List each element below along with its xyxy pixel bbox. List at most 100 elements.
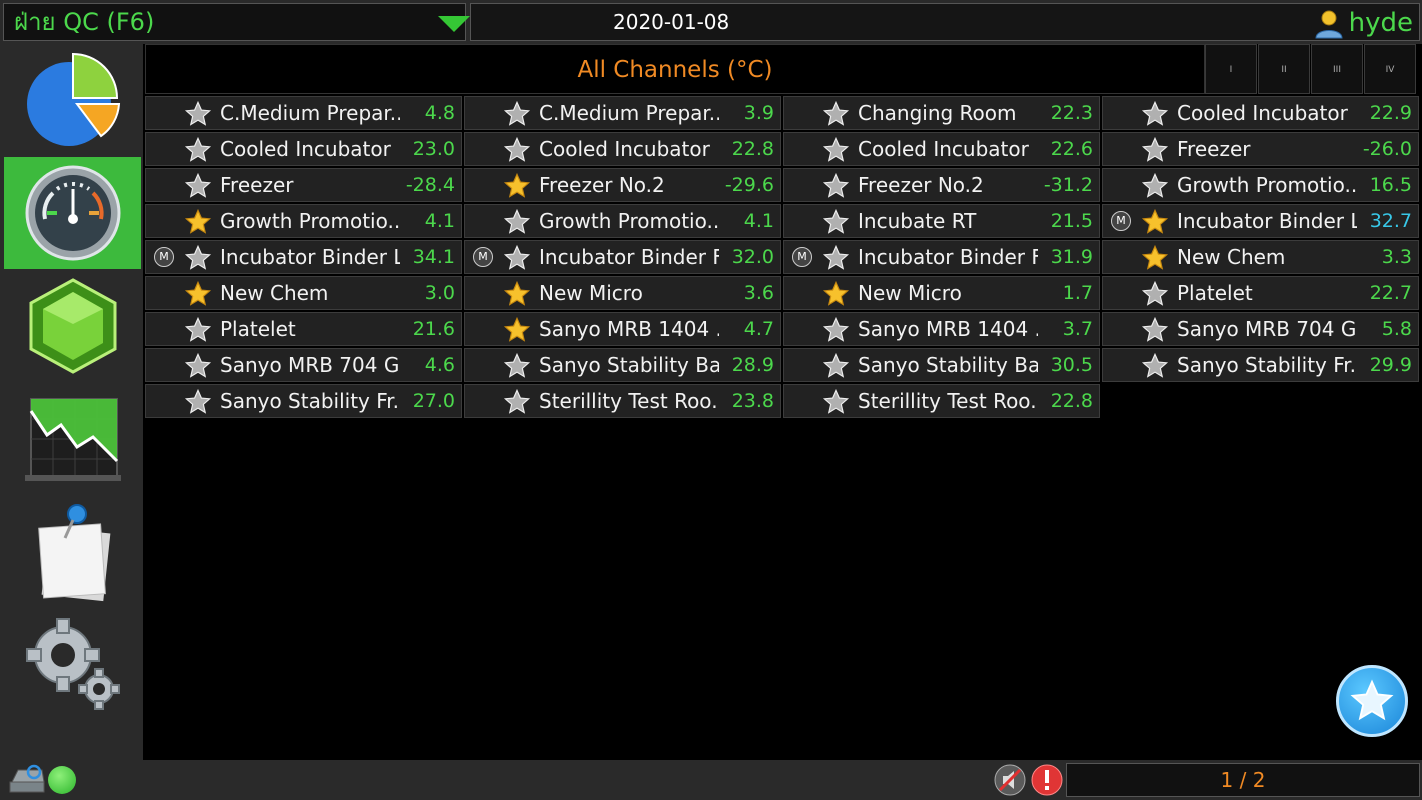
channel-cell[interactable]: New Chem 3.0 (145, 276, 462, 310)
channel-cell[interactable]: Sanyo MRB 1404 .. 3.7 (783, 312, 1100, 346)
username: hyde (1348, 8, 1413, 38)
favorite-star-icon[interactable] (503, 316, 531, 344)
channel-cell[interactable]: Sanyo Stability Bag 28.9 (464, 348, 781, 382)
channel-cell[interactable]: New Micro 1.7 (783, 276, 1100, 310)
channel-cell[interactable]: Sterillity Test Roo.. 23.8 (464, 384, 781, 418)
star-icon[interactable] (503, 352, 531, 380)
star-icon[interactable] (184, 352, 212, 380)
favorite-star-icon[interactable] (503, 172, 531, 200)
channel-cell[interactable]: Incubate RT 21.5 (783, 204, 1100, 238)
sidebar-item-overview[interactable] (4, 44, 141, 156)
department-selector[interactable]: ฝ่าย QC (F6) (3, 3, 470, 41)
star-icon[interactable] (184, 136, 212, 164)
favorite-star-icon[interactable] (503, 280, 531, 308)
channel-cell[interactable]: M Incubator Binder L 34.1 (145, 240, 462, 274)
channel-cell[interactable]: M Incubator Binder F 32.0 (464, 240, 781, 274)
channel-cell[interactable]: Cooled Incubator 22.6 (783, 132, 1100, 166)
star-icon[interactable] (822, 208, 850, 236)
star-icon[interactable] (503, 136, 531, 164)
channel-cell[interactable]: Sterillity Test Roo.. 22.8 (783, 384, 1100, 418)
chevron-down-icon[interactable] (438, 16, 470, 32)
network-drive-icon[interactable] (8, 764, 46, 794)
channel-cell[interactable]: Cooled Incubator 22.9 (1102, 96, 1419, 130)
star-icon[interactable] (503, 244, 531, 272)
star-icon[interactable] (184, 100, 212, 128)
channel-cell[interactable]: Cooled Incubator 22.8 (464, 132, 781, 166)
star-icon[interactable] (503, 100, 531, 128)
channel-cell[interactable]: Growth Promotio.. 4.1 (145, 204, 462, 238)
channel-cell[interactable]: Sanyo MRB 704 G.. 5.8 (1102, 312, 1419, 346)
star-icon (1350, 679, 1394, 721)
channel-cell[interactable]: Growth Promotio.. 4.1 (464, 204, 781, 238)
column-button-4[interactable]: IV (1364, 44, 1416, 94)
channel-name: Freezer No.2 (858, 173, 984, 197)
favorite-star-icon[interactable] (184, 208, 212, 236)
channel-cell[interactable]: Changing Room 22.3 (783, 96, 1100, 130)
star-icon[interactable] (822, 316, 850, 344)
star-icon[interactable] (184, 316, 212, 344)
column-button-3[interactable]: III (1311, 44, 1363, 94)
channel-cell[interactable]: M Incubator Binder F 31.9 (783, 240, 1100, 274)
pie-chart-icon (26, 52, 120, 146)
star-icon[interactable] (1141, 316, 1169, 344)
channel-cell[interactable]: Freezer No.2 -31.2 (783, 168, 1100, 202)
channel-cell[interactable]: Sanyo Stability Bag 30.5 (783, 348, 1100, 382)
channel-cell[interactable]: Growth Promotio.. 16.5 (1102, 168, 1419, 202)
channel-cell[interactable]: C.Medium Prepar.. 4.8 (145, 96, 462, 130)
star-icon[interactable] (822, 136, 850, 164)
channel-cell[interactable]: Cooled Incubator 23.0 (145, 132, 462, 166)
alert-icon[interactable] (1031, 764, 1063, 796)
channel-cell[interactable]: Sanyo MRB 704 G.. 4.6 (145, 348, 462, 382)
star-icon[interactable] (1141, 352, 1169, 380)
channel-cell[interactable]: Platelet 22.7 (1102, 276, 1419, 310)
star-icon[interactable] (822, 388, 850, 416)
star-icon[interactable] (822, 172, 850, 200)
star-icon[interactable] (1141, 136, 1169, 164)
channel-name: New Micro (539, 281, 643, 305)
star-icon[interactable] (503, 208, 531, 236)
favorite-star-icon[interactable] (184, 280, 212, 308)
star-icon[interactable] (184, 244, 212, 272)
channel-cell[interactable]: New Micro 3.6 (464, 276, 781, 310)
channel-cell[interactable]: Sanyo Stability Fr.. 29.9 (1102, 348, 1419, 382)
connection-status-indicator (48, 766, 76, 794)
channel-cell[interactable]: Freezer -28.4 (145, 168, 462, 202)
favorite-star-icon[interactable] (822, 280, 850, 308)
channel-cell[interactable]: New Chem 3.3 (1102, 240, 1419, 274)
channel-name: Freezer (220, 173, 294, 197)
channel-cell[interactable]: Freezer -26.0 (1102, 132, 1419, 166)
sidebar-item-channels[interactable] (4, 157, 141, 269)
star-icon[interactable] (503, 388, 531, 416)
channel-value: 27.0 (412, 390, 455, 412)
star-icon[interactable] (184, 172, 212, 200)
channel-cell[interactable]: Platelet 21.6 (145, 312, 462, 346)
channel-name: Sanyo Stability Fr.. (220, 389, 400, 413)
star-icon[interactable] (1141, 280, 1169, 308)
star-icon[interactable] (184, 388, 212, 416)
channel-cell[interactable]: Sanyo Stability Fr.. 27.0 (145, 384, 462, 418)
sidebar-item-graphs[interactable] (4, 383, 141, 495)
column-button-2[interactable]: II (1258, 44, 1310, 94)
channel-cell[interactable]: Sanyo MRB 1404 .. 4.7 (464, 312, 781, 346)
channel-cell[interactable]: M Incubator Binder L 32.7 (1102, 204, 1419, 238)
favorites-button[interactable] (1336, 665, 1408, 737)
sidebar-item-devices[interactable] (4, 270, 141, 382)
star-icon[interactable] (822, 244, 850, 272)
sidebar-item-settings[interactable] (4, 609, 141, 721)
column-button-1[interactable]: I (1205, 44, 1257, 94)
mute-alarm-icon[interactable] (994, 764, 1026, 796)
channel-value: 30.5 (1050, 354, 1093, 376)
star-icon[interactable] (1141, 100, 1169, 128)
channel-value: -28.4 (405, 174, 455, 196)
favorite-star-icon[interactable] (1141, 244, 1169, 272)
star-icon[interactable] (822, 100, 850, 128)
user-info[interactable]: hyde (1313, 4, 1413, 42)
star-icon[interactable] (822, 352, 850, 380)
channel-name: Cooled Incubator (858, 137, 1029, 161)
channel-cell[interactable]: C.Medium Prepar.. 3.9 (464, 96, 781, 130)
favorite-star-icon[interactable] (1141, 208, 1169, 236)
channel-cell[interactable]: Freezer No.2 -29.6 (464, 168, 781, 202)
star-icon[interactable] (1141, 172, 1169, 200)
channel-name: Platelet (1177, 281, 1253, 305)
sidebar-item-notes[interactable] (4, 496, 141, 608)
